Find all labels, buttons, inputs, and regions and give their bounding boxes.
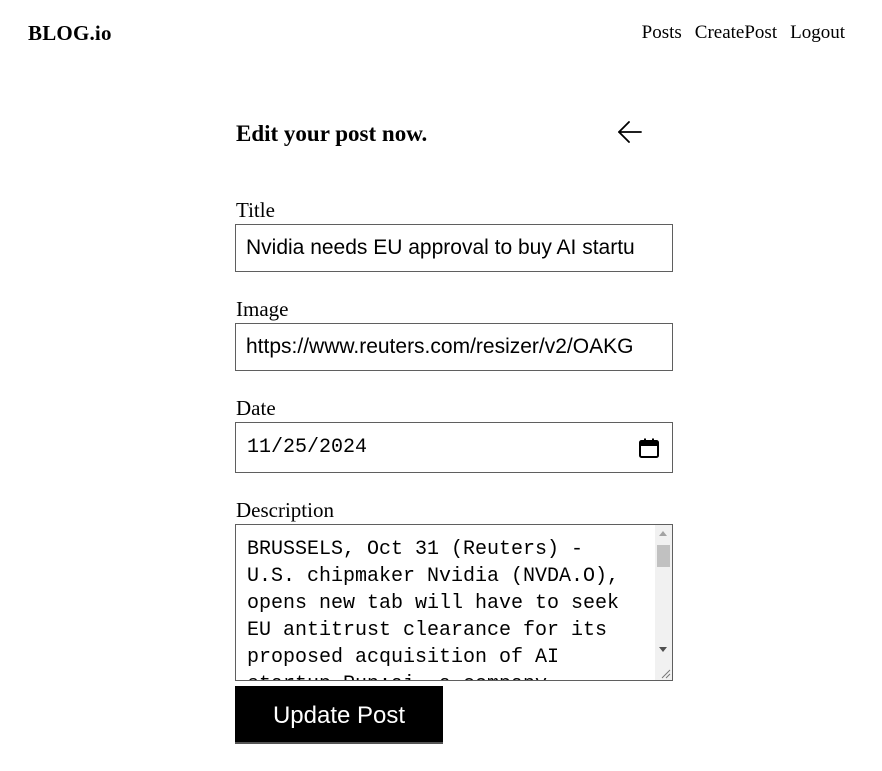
scroll-thumb[interactable]: [657, 545, 670, 567]
title-input[interactable]: [236, 225, 672, 271]
resize-grip-icon[interactable]: [659, 667, 671, 679]
calendar-icon[interactable]: [638, 437, 660, 459]
top-nav: Posts CreatePost Logout: [642, 20, 845, 46]
description-scrollbar[interactable]: [655, 525, 672, 680]
date-label: Date: [236, 396, 276, 420]
scroll-up-arrow-icon[interactable]: [659, 531, 667, 536]
nav-createpost-link[interactable]: CreatePost: [695, 20, 777, 46]
description-label: Description: [236, 498, 334, 522]
image-url-input[interactable]: [236, 324, 672, 370]
title-label: Title: [236, 198, 275, 222]
update-post-button[interactable]: Update Post: [235, 686, 443, 744]
image-field-box: [235, 323, 673, 371]
nav-posts-link[interactable]: Posts: [642, 20, 682, 46]
title-field-box: [235, 224, 673, 272]
nav-logout-link[interactable]: Logout: [790, 20, 845, 46]
date-value: 11/25/2024: [247, 436, 368, 459]
image-label: Image: [236, 297, 289, 321]
page-title: Edit your post now.: [236, 121, 428, 146]
description-textarea[interactable]: BRUSSELS, Oct 31 (Reuters) - U.S. chipma…: [235, 524, 673, 681]
brand-logo[interactable]: BLOG.io: [28, 20, 112, 46]
description-text: BRUSSELS, Oct 31 (Reuters) - U.S. chipma…: [247, 538, 620, 680]
scroll-down-arrow-icon[interactable]: [659, 647, 667, 652]
arrow-left-icon[interactable]: [616, 118, 644, 146]
date-input[interactable]: 11/25/2024: [235, 422, 673, 473]
